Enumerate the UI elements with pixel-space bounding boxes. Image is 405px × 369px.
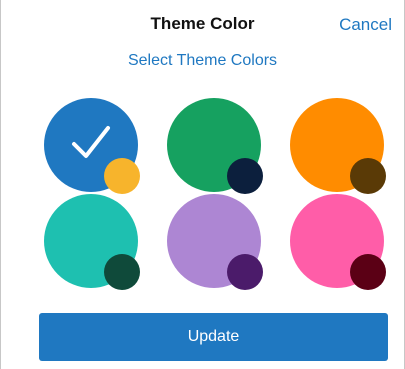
swatch-green[interactable] [167,98,263,194]
accent-dot-purple [227,254,263,290]
swatch-teal[interactable] [44,194,140,290]
accent-dot-teal [104,254,140,290]
swatch-blue[interactable] [44,98,140,194]
swatch-grid [1,0,405,300]
swatch-orange[interactable] [290,98,386,194]
accent-dot-pink [350,254,386,290]
accent-dot-blue [104,158,140,194]
accent-dot-green [227,158,263,194]
checkmark-icon [72,126,110,158]
update-button[interactable]: Update [39,313,388,361]
theme-color-dialog: Theme Color Cancel Select Theme Colors U… [0,0,405,369]
accent-dot-orange [350,158,386,194]
swatch-purple[interactable] [167,194,263,290]
swatch-pink[interactable] [290,194,386,290]
